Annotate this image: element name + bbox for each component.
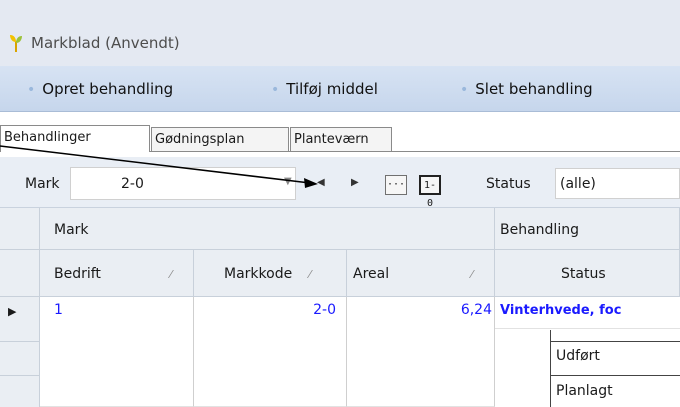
row-selector-column [0, 297, 40, 407]
column-header-status-label: Status [561, 266, 606, 282]
sub-grid-border [550, 375, 680, 376]
tab-goedningsplan[interactable]: Gødningsplan [151, 127, 289, 152]
mark-value: 2-0 [121, 176, 144, 192]
sub-grid-border [550, 341, 680, 342]
add-agent-button[interactable]: • Tilføj middel [271, 80, 378, 98]
column-header-areal[interactable]: Areal ⁄ [347, 250, 495, 297]
group-header-behandling-label: Behandling [500, 222, 579, 238]
cell-markkode-value: 2-0 [313, 302, 336, 318]
column-header-markkode-label: Markkode [224, 266, 293, 282]
cell-behandling[interactable]: Vinterhvede, foc [495, 297, 680, 329]
cell-bedrift[interactable]: 1 [40, 297, 194, 407]
column-header-status[interactable]: Status [495, 250, 680, 297]
add-agent-label: Tilføj middel [286, 80, 378, 98]
current-row-indicator-icon: ▶ [8, 305, 17, 318]
title-bar [0, 0, 680, 66]
group-header-mark[interactable]: Mark [40, 208, 495, 250]
row-header-corner [0, 250, 40, 297]
delete-treatment-button[interactable]: • Slet behandling [460, 80, 593, 98]
range-button[interactable]: 1-0 [419, 175, 441, 209]
dropdown-arrow-icon[interactable]: ▼ [284, 176, 292, 187]
status-value: (alle) [560, 176, 596, 192]
sub-row-udfoert[interactable]: Udført [556, 348, 600, 364]
column-header-bedrift[interactable]: Bedrift ⁄ [40, 250, 194, 297]
sort-icon: ⁄ [309, 268, 311, 281]
bullet-icon: • [460, 82, 469, 98]
delete-treatment-label: Slet behandling [475, 80, 593, 98]
app-leaf-icon [10, 35, 22, 52]
tab-behandlinger[interactable]: Behandlinger [0, 125, 150, 152]
cell-markkode[interactable]: 2-0 [194, 297, 347, 407]
group-header-behandling[interactable]: Behandling [495, 208, 680, 250]
column-header-areal-label: Areal [353, 266, 390, 282]
prev-arrow-icon[interactable]: ◀ [317, 177, 325, 188]
next-arrow-icon[interactable]: ▶ [351, 177, 359, 188]
cell-behandling-value: Vinterhvede, foc [500, 303, 622, 318]
cell-areal[interactable]: 6,24 [347, 297, 495, 407]
sort-icon: ⁄ [471, 268, 473, 281]
column-header-markkode[interactable]: Markkode ⁄ [194, 250, 347, 297]
bullet-icon: • [27, 82, 36, 98]
cell-areal-value: 6,24 [460, 302, 492, 318]
bullet-icon: • [271, 82, 280, 98]
sort-icon: ⁄ [170, 268, 172, 281]
sub-row-planlagt[interactable]: Planlagt [556, 383, 613, 399]
create-treatment-label: Opret behandling [42, 80, 174, 98]
row-divider [0, 375, 40, 376]
group-header-mark-label: Mark [54, 222, 89, 238]
more-button[interactable]: ··· [385, 175, 407, 195]
window-title: Markblad (Anvendt) [31, 34, 180, 52]
cell-bedrift-value: 1 [54, 302, 63, 318]
create-treatment-button[interactable]: • Opret behandling [27, 80, 173, 98]
mark-label: Mark [25, 176, 60, 192]
grid-corner [0, 208, 40, 250]
tab-plantevaern[interactable]: Planteværn [290, 127, 392, 152]
mark-combobox[interactable] [70, 167, 296, 200]
status-label: Status [486, 176, 531, 192]
column-header-bedrift-label: Bedrift [54, 266, 101, 282]
row-divider [0, 341, 40, 342]
